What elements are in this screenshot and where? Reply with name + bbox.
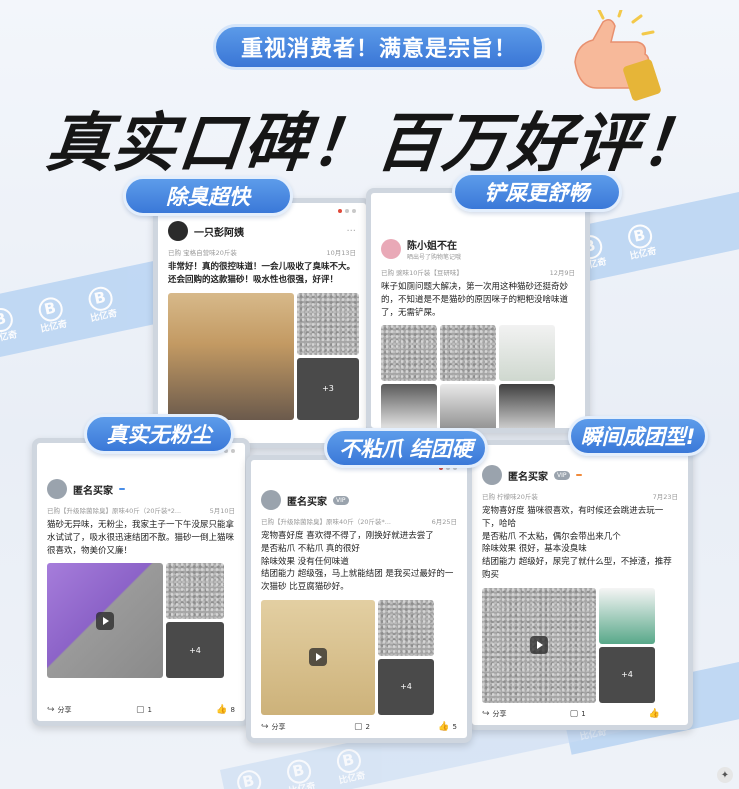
review-text: 宠物喜好度 喜欢得不得了，刚换好就进去尝了 是否粘爪 不粘爪 真的很好 除味效果… (261, 531, 454, 592)
review-photo-product[interactable] (599, 587, 655, 644)
review-photo-litter[interactable] (166, 563, 224, 620)
review-video[interactable] (47, 563, 163, 679)
avatar[interactable] (381, 239, 401, 259)
like-button[interactable]: 👍 8 (216, 705, 235, 715)
review-text: 猫砂无异味，无粉尘，我家主子一下午没尿只能拿水试试了，吸水很迅速结团不散。猫砂一… (47, 520, 235, 556)
brand-logo: B比亿奇 (333, 746, 366, 786)
review-card: 陈小姐不在 晒出号了购物笔记哦 已购 豌味10斤装【豆研味】 12月9日 咪子如… (366, 188, 590, 433)
thumbs-up-icon: 👍 (438, 722, 450, 732)
page-headline: 真实口碑！百万好评！ (42, 106, 711, 181)
purchase-info: 已购【升级除菌除臭】原味40斤（20斤装*2... (47, 507, 182, 515)
review-photo-cat-house[interactable] (168, 292, 294, 420)
brand-logo: B比亿奇 (84, 284, 118, 324)
share-icon: ↪ (261, 722, 269, 732)
review-date: 7月23日 (652, 493, 678, 501)
review-card: 匿名买家 VIP 已购 柠檬味20斤装 7月23日 宠物喜好度 猫咪很喜欢，有时… (467, 440, 693, 730)
review-photo-litter[interactable] (378, 599, 434, 656)
username[interactable]: 匿名买家 (287, 493, 327, 508)
vip-badge: VIP (554, 470, 570, 480)
feature-tag: 除臭超快 (123, 176, 293, 216)
share-icon: ↪ (482, 709, 490, 719)
review-photo[interactable] (440, 325, 496, 382)
share-button[interactable]: ↪ 分享 (482, 709, 507, 719)
avatar[interactable] (482, 465, 502, 485)
thumbs-up-icon: 👍 (648, 709, 660, 719)
review-photo-cat[interactable] (440, 384, 496, 428)
comment-button[interactable]: ▢ 1 (570, 709, 586, 719)
comment-button[interactable]: ▢ 2 (354, 722, 370, 732)
avatar[interactable] (47, 479, 67, 499)
thumbs-up-icon: 👍 (216, 705, 228, 715)
review-video[interactable] (482, 587, 596, 703)
like-button[interactable]: 👍 5 (438, 722, 457, 732)
username[interactable]: 陈小姐不在 (407, 237, 461, 252)
review-card: 匿名买家 已购【升级除菌除臭】原味40斤（20斤装*2... 5月10日 猫砂无… (32, 438, 250, 726)
thumbs-up-icon (574, 10, 661, 101)
review-photo-more[interactable]: +4 (378, 658, 434, 715)
brand-logo: B比亿奇 (34, 294, 68, 334)
vip-badge: VIP (333, 495, 349, 505)
review-photo-more[interactable]: +4 (599, 646, 655, 703)
avatar[interactable] (168, 221, 188, 241)
review-date: 12月9日 (549, 269, 575, 277)
like-button[interactable]: 👍 (649, 709, 660, 719)
review-photo[interactable] (381, 325, 437, 382)
review-card: 一只彭阿姨 ··· 已购 宝格自营味20斤装 10月13日 非常好！真的很控味道… (153, 198, 371, 448)
play-icon[interactable] (530, 636, 548, 654)
avatar[interactable] (261, 490, 281, 510)
feature-tag: 真实无粉尘 (84, 414, 234, 454)
review-photo-cat[interactable] (499, 384, 555, 428)
purchase-info: 已购 柠檬味20斤装 (482, 493, 538, 501)
level-badge (575, 474, 582, 476)
play-icon[interactable] (309, 648, 327, 667)
review-text: 非常好！真的很控味道！一会儿吸收了臭味不大。还会回购的这款猫砂！吸水性也很强，好… (168, 262, 356, 285)
comment-icon: ▢ (353, 722, 363, 732)
brand-logo: B比亿奇 (233, 767, 267, 789)
review-date: 5月10日 (209, 507, 235, 515)
slogan-banner: 重视消费者！满意是宗旨！ (213, 24, 545, 70)
share-button[interactable]: ↪ 分享 (47, 705, 72, 715)
review-photo-cat[interactable] (381, 384, 437, 428)
username[interactable]: 一只彭阿姨 (194, 224, 244, 239)
username[interactable]: 匿名买家 (73, 482, 113, 497)
review-photo-more[interactable]: +3 (297, 357, 359, 420)
magic-wand-icon[interactable]: ✦ (717, 767, 733, 783)
brand-logo: B比亿奇 (624, 221, 658, 261)
share-button[interactable]: ↪ 分享 (261, 722, 286, 732)
purchase-info: 已购 豌味10斤装【豆研味】 (381, 269, 463, 277)
review-text: 宠物喜好度 猫咪很喜欢，有时候还会跳进去玩一下，哈哈 是否粘爪 不太粘，偶尔会带… (482, 506, 672, 580)
purchase-info: 已购 宝格自营味20斤装 (168, 249, 237, 257)
feature-tag: 铲屎更舒畅 (452, 172, 622, 212)
review-text: 咪子如厕问题大解决，第一次用这种猫砂还挺奇妙的，不知道是不是猫砂的原因咪子的粑粑… (381, 282, 569, 318)
brand-logo: B比亿奇 (0, 305, 18, 345)
comment-icon: ▢ (135, 705, 145, 715)
user-badge (119, 488, 125, 490)
review-video[interactable] (261, 599, 375, 715)
feature-tag: 瞬间成团型! (568, 416, 708, 456)
username[interactable]: 匿名买家 (508, 468, 548, 483)
brand-logo: B比亿奇 (283, 756, 316, 789)
review-card: 匿名买家 VIP 已购【升级除菌除臭】原味40斤（20斤装*... 6月25日 … (246, 455, 472, 743)
comment-button[interactable]: ▢ 1 (136, 705, 152, 715)
review-photo-more[interactable]: +4 (166, 622, 224, 679)
review-photo-product[interactable] (499, 325, 555, 382)
review-photo-litter[interactable] (297, 292, 359, 355)
feature-tag: 不粘爪 结团硬 (324, 428, 488, 468)
review-date: 10月13日 (326, 249, 356, 257)
user-subtitle: 晒出号了购物笔记哦 (407, 254, 462, 261)
more-icon[interactable]: ··· (346, 226, 356, 237)
comment-icon: ▢ (569, 709, 579, 719)
share-icon: ↪ (47, 705, 55, 715)
review-date: 6月25日 (431, 518, 457, 526)
purchase-info: 已购【升级除菌除臭】原味40斤（20斤装*... (261, 518, 391, 526)
play-icon[interactable] (96, 611, 114, 630)
